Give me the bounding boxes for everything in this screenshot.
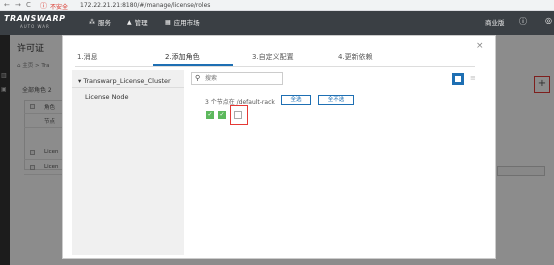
divider (72, 87, 184, 88)
security-label[interactable]: 不安全 (50, 2, 68, 11)
close-icon[interactable]: × (476, 41, 484, 51)
nav-services[interactable]: ⁂ 服务 (89, 16, 111, 28)
nav-app-market[interactable]: ▦ 应用市场 (165, 16, 200, 28)
user-icon: ▲ (127, 18, 132, 26)
select-none-button[interactable]: 全不选 (318, 95, 354, 105)
edition-label: 商业版 (485, 19, 505, 27)
nav-services-label: 服务 (98, 19, 111, 27)
node-checkbox[interactable]: ✓ (218, 111, 226, 119)
back-icon[interactable]: ← (4, 1, 10, 9)
node-checkbox[interactable]: ✓ (206, 111, 214, 119)
step-custom-config[interactable]: 3.自定义配置 (252, 52, 294, 62)
forward-icon[interactable]: → (15, 1, 21, 9)
brand-tagline: AUTO WAR (20, 24, 50, 29)
active-step-indicator (153, 64, 233, 66)
nav-manage-label: 管理 (134, 19, 148, 27)
steps-divider (75, 66, 475, 67)
github-icon[interactable]: ◎ (545, 16, 552, 25)
node-checkbox[interactable] (234, 111, 242, 119)
grid-icon: ▦ (165, 18, 171, 26)
role-license-node[interactable]: License Node (85, 93, 129, 101)
search-icon: ⚲ (195, 74, 201, 82)
app-header (0, 11, 554, 35)
info-warning-icon[interactable]: ⓘ (40, 1, 47, 11)
nav-app-market-label: 应用市场 (173, 19, 200, 27)
step-message[interactable]: 1.消息 (77, 52, 98, 62)
services-icon: ⁂ (89, 18, 95, 26)
address-bar[interactable]: 172.22.21.21:8180/#/manage/license/roles (80, 2, 210, 9)
step-add-role[interactable]: 2.添加角色 (165, 52, 200, 62)
cluster-tree-node[interactable]: ▾ Transwarp_License_Cluster (78, 77, 171, 85)
grid-view-button[interactable] (452, 73, 464, 85)
step-update-dependencies[interactable]: 4.更新依赖 (338, 52, 373, 62)
search-input[interactable] (205, 73, 279, 83)
list-view-icon[interactable]: ≡ (470, 74, 476, 82)
brand-logo[interactable]: TRANSWARP (4, 15, 66, 23)
select-all-button[interactable]: 全选 (281, 95, 311, 105)
info-icon[interactable]: ⓘ (519, 16, 527, 27)
nav-manage[interactable]: ▲ 管理 (127, 16, 148, 28)
reload-icon[interactable]: C (26, 1, 31, 9)
